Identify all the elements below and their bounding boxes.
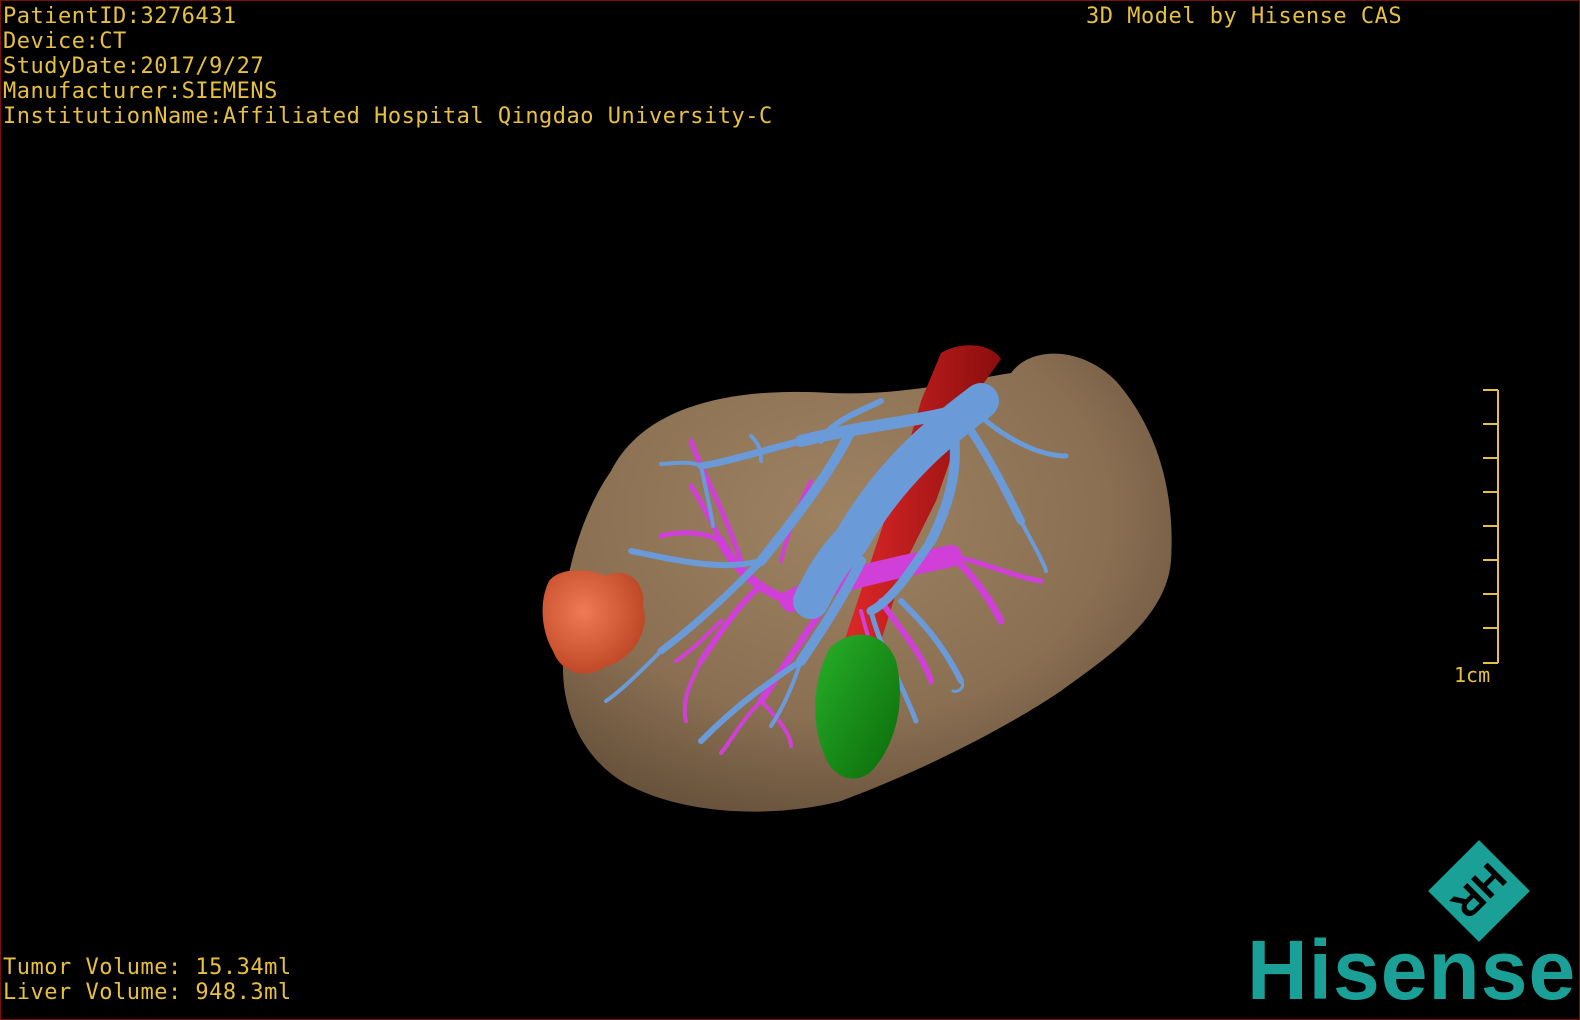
study-info: PatientID:3276431 Device:CT StudyDate:2017… [3,4,773,129]
institution-name: InstitutionName:Affiliated Hospital Qing… [3,104,773,129]
model-credit: 3D Model by Hisense CAS [1086,4,1403,29]
hisense-logo: Hisense [1247,923,1577,1017]
manufacturer: Manufacturer:SIEMENS [3,79,278,104]
liver-3d-model[interactable]: HR [1,1,1579,1019]
study-date: StudyDate:2017/9/27 [3,54,265,79]
patient-id: PatientID:3276431 [3,4,237,29]
tumor-volume: Tumor Volume: 15.34ml [3,955,292,980]
liver-volume: Liver Volume: 948.3ml [3,980,292,1005]
volume-info: Tumor Volume: 15.34ml Liver Volume: 948.3… [3,955,292,1005]
device: Device:CT [3,29,127,54]
scale-bar [1483,389,1499,664]
scale-bar-label: 1cm [1454,663,1491,687]
3d-viewport[interactable]: HR PatientID:3276431 Device:CT StudyDate:2… [0,0,1580,1020]
